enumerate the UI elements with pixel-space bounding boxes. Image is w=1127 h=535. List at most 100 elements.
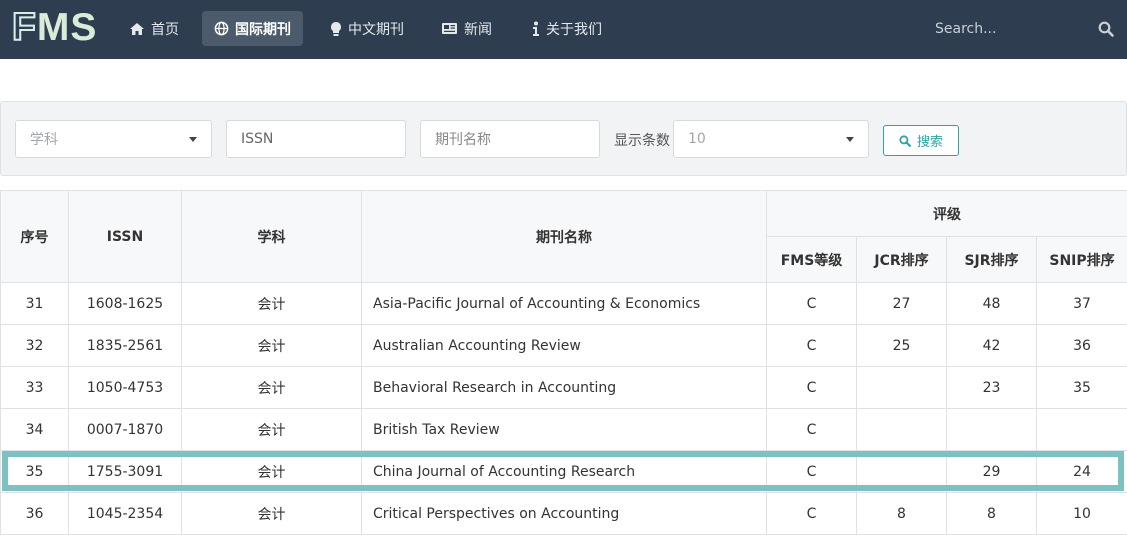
cell-sjr: 42 — [946, 324, 1037, 367]
search-icon — [899, 134, 911, 147]
cell-issn: 0007-1870 — [68, 408, 182, 451]
cell-index: 32 — [0, 324, 69, 367]
cell-subject: 会计 — [181, 324, 362, 367]
search-button[interactable]: 搜索 — [883, 125, 959, 156]
nav-about-us[interactable]: 关于我们 — [520, 11, 614, 46]
nav-home-label: 首页 — [151, 21, 179, 38]
cell-fms: C — [766, 450, 857, 493]
chevron-down-icon — [846, 137, 854, 142]
header-index: 序号 — [0, 190, 69, 283]
nav-search-input[interactable] — [922, 13, 1122, 45]
home-icon — [130, 22, 144, 35]
cell-issn: 1045-2354 — [68, 492, 182, 535]
cell-fms: C — [766, 366, 857, 409]
table-row[interactable]: 31 1608-1625 会计 Asia-Pacific Journal of … — [0, 282, 1127, 325]
issn-input[interactable]: ISSN — [226, 120, 406, 158]
cell-jcr: 27 — [856, 282, 947, 325]
fms-logo[interactable]: F MS — [11, 6, 98, 49]
search-icon[interactable] — [1098, 21, 1114, 37]
cell-snip — [1036, 408, 1127, 451]
cell-index: 33 — [0, 366, 69, 409]
cell-snip: 36 — [1036, 324, 1127, 367]
journal-name-placeholder: 期刊名称 — [435, 132, 491, 148]
cell-snip: 10 — [1036, 492, 1127, 535]
cell-journal-name: Behavioral Research in Accounting — [361, 366, 767, 409]
nav-international-journals[interactable]: 国际期刊 — [202, 11, 303, 46]
cell-fms: C — [766, 324, 857, 367]
nav-news-label: 新闻 — [464, 21, 492, 38]
cell-sjr: 8 — [946, 492, 1037, 535]
cell-jcr — [856, 408, 947, 451]
cell-issn: 1755-3091 — [68, 450, 182, 493]
page-size-label: 显示条数 — [614, 133, 670, 149]
journal-table: 序号 ISSN 学科 期刊名称 评级 FMS等级 JCR排序 SJR排序 SNI… — [0, 190, 1127, 535]
nav-home[interactable]: 首页 — [117, 11, 191, 46]
cell-jcr: 25 — [856, 324, 947, 367]
nav-chinese-label: 中文期刊 — [348, 21, 404, 38]
cell-index: 35 — [0, 450, 69, 493]
cell-issn: 1050-4753 — [68, 366, 182, 409]
cell-subject: 会计 — [181, 492, 362, 535]
cell-subject: 会计 — [181, 366, 362, 409]
cell-journal-name: Asia-Pacific Journal of Accounting & Eco… — [361, 282, 767, 325]
cell-jcr — [856, 450, 947, 493]
issn-input-placeholder: ISSN — [241, 131, 274, 147]
cell-sjr: 29 — [946, 450, 1037, 493]
subject-select[interactable]: 学科 — [15, 120, 212, 158]
search-button-label: 搜索 — [916, 135, 943, 150]
cell-fms: C — [766, 282, 857, 325]
cell-snip: 35 — [1036, 366, 1127, 409]
cell-index: 31 — [0, 282, 69, 325]
header-fms-grade: FMS等级 — [766, 236, 857, 283]
cell-journal-name: Critical Perspectives on Accounting — [361, 492, 767, 535]
table-row[interactable]: 32 1835-2561 会计 Australian Accounting Re… — [0, 324, 1127, 367]
table-row[interactable]: 34 0007-1870 会计 British Tax Review C — [0, 408, 1127, 451]
nav-search — [922, 13, 1122, 45]
cell-subject: 会计 — [181, 450, 362, 493]
cell-sjr: 23 — [946, 366, 1037, 409]
cell-journal-name: Australian Accounting Review — [361, 324, 767, 367]
cell-journal-name: British Tax Review — [361, 408, 767, 451]
header-issn: ISSN — [68, 190, 182, 283]
header-rating: 评级 — [766, 190, 1127, 237]
cell-sjr: 48 — [946, 282, 1037, 325]
cell-snip: 24 — [1036, 450, 1127, 493]
nav-news[interactable]: 新闻 — [429, 11, 504, 46]
nav-chinese-journals[interactable]: 中文期刊 — [318, 11, 416, 46]
cell-subject: 会计 — [181, 282, 362, 325]
filter-panel: 学科 ISSN 期刊名称 显示条数 10 搜索 — [0, 101, 1127, 176]
journal-name-input[interactable]: 期刊名称 — [420, 120, 600, 158]
cell-fms: C — [766, 492, 857, 535]
top-navbar: F MS 首页 国际期刊 中文期刊 新闻 关于我们 — [0, 0, 1127, 59]
header-jcr-rank: JCR排序 — [856, 236, 947, 283]
cell-index: 36 — [0, 492, 69, 535]
cell-journal-name: China Journal of Accounting Research — [361, 450, 767, 493]
header-snip-rank: SNIP排序 — [1036, 236, 1127, 283]
header-journal-name: 期刊名称 — [361, 190, 767, 283]
table-row[interactable]: 36 1045-2354 会计 Critical Perspectives on… — [0, 492, 1127, 535]
cell-jcr — [856, 366, 947, 409]
lightbulb-icon — [331, 21, 341, 36]
header-subject: 学科 — [181, 190, 362, 283]
nav-about-label: 关于我们 — [546, 21, 602, 38]
cell-issn: 1835-2561 — [68, 324, 182, 367]
subject-select-placeholder: 学科 — [30, 132, 58, 148]
page-size-select[interactable]: 10 — [673, 120, 869, 158]
header-sjr-rank: SJR排序 — [946, 236, 1037, 283]
logo-letters-ms: MS — [36, 6, 98, 49]
cell-index: 34 — [0, 408, 69, 451]
cell-issn: 1608-1625 — [68, 282, 182, 325]
globe-icon — [214, 21, 229, 36]
logo-letter-f: F — [11, 6, 37, 49]
cell-sjr — [946, 408, 1037, 451]
table-row-selected[interactable]: 35 1755-3091 会计 China Journal of Account… — [0, 450, 1127, 493]
cell-snip: 37 — [1036, 282, 1127, 325]
info-icon — [533, 21, 539, 36]
cell-subject: 会计 — [181, 408, 362, 451]
cell-jcr: 8 — [856, 492, 947, 535]
table-row[interactable]: 33 1050-4753 会计 Behavioral Research in A… — [0, 366, 1127, 409]
cell-fms: C — [766, 408, 857, 451]
page-size-value: 10 — [688, 131, 706, 147]
nav-international-label: 国际期刊 — [235, 21, 291, 38]
newspaper-icon — [442, 23, 457, 34]
